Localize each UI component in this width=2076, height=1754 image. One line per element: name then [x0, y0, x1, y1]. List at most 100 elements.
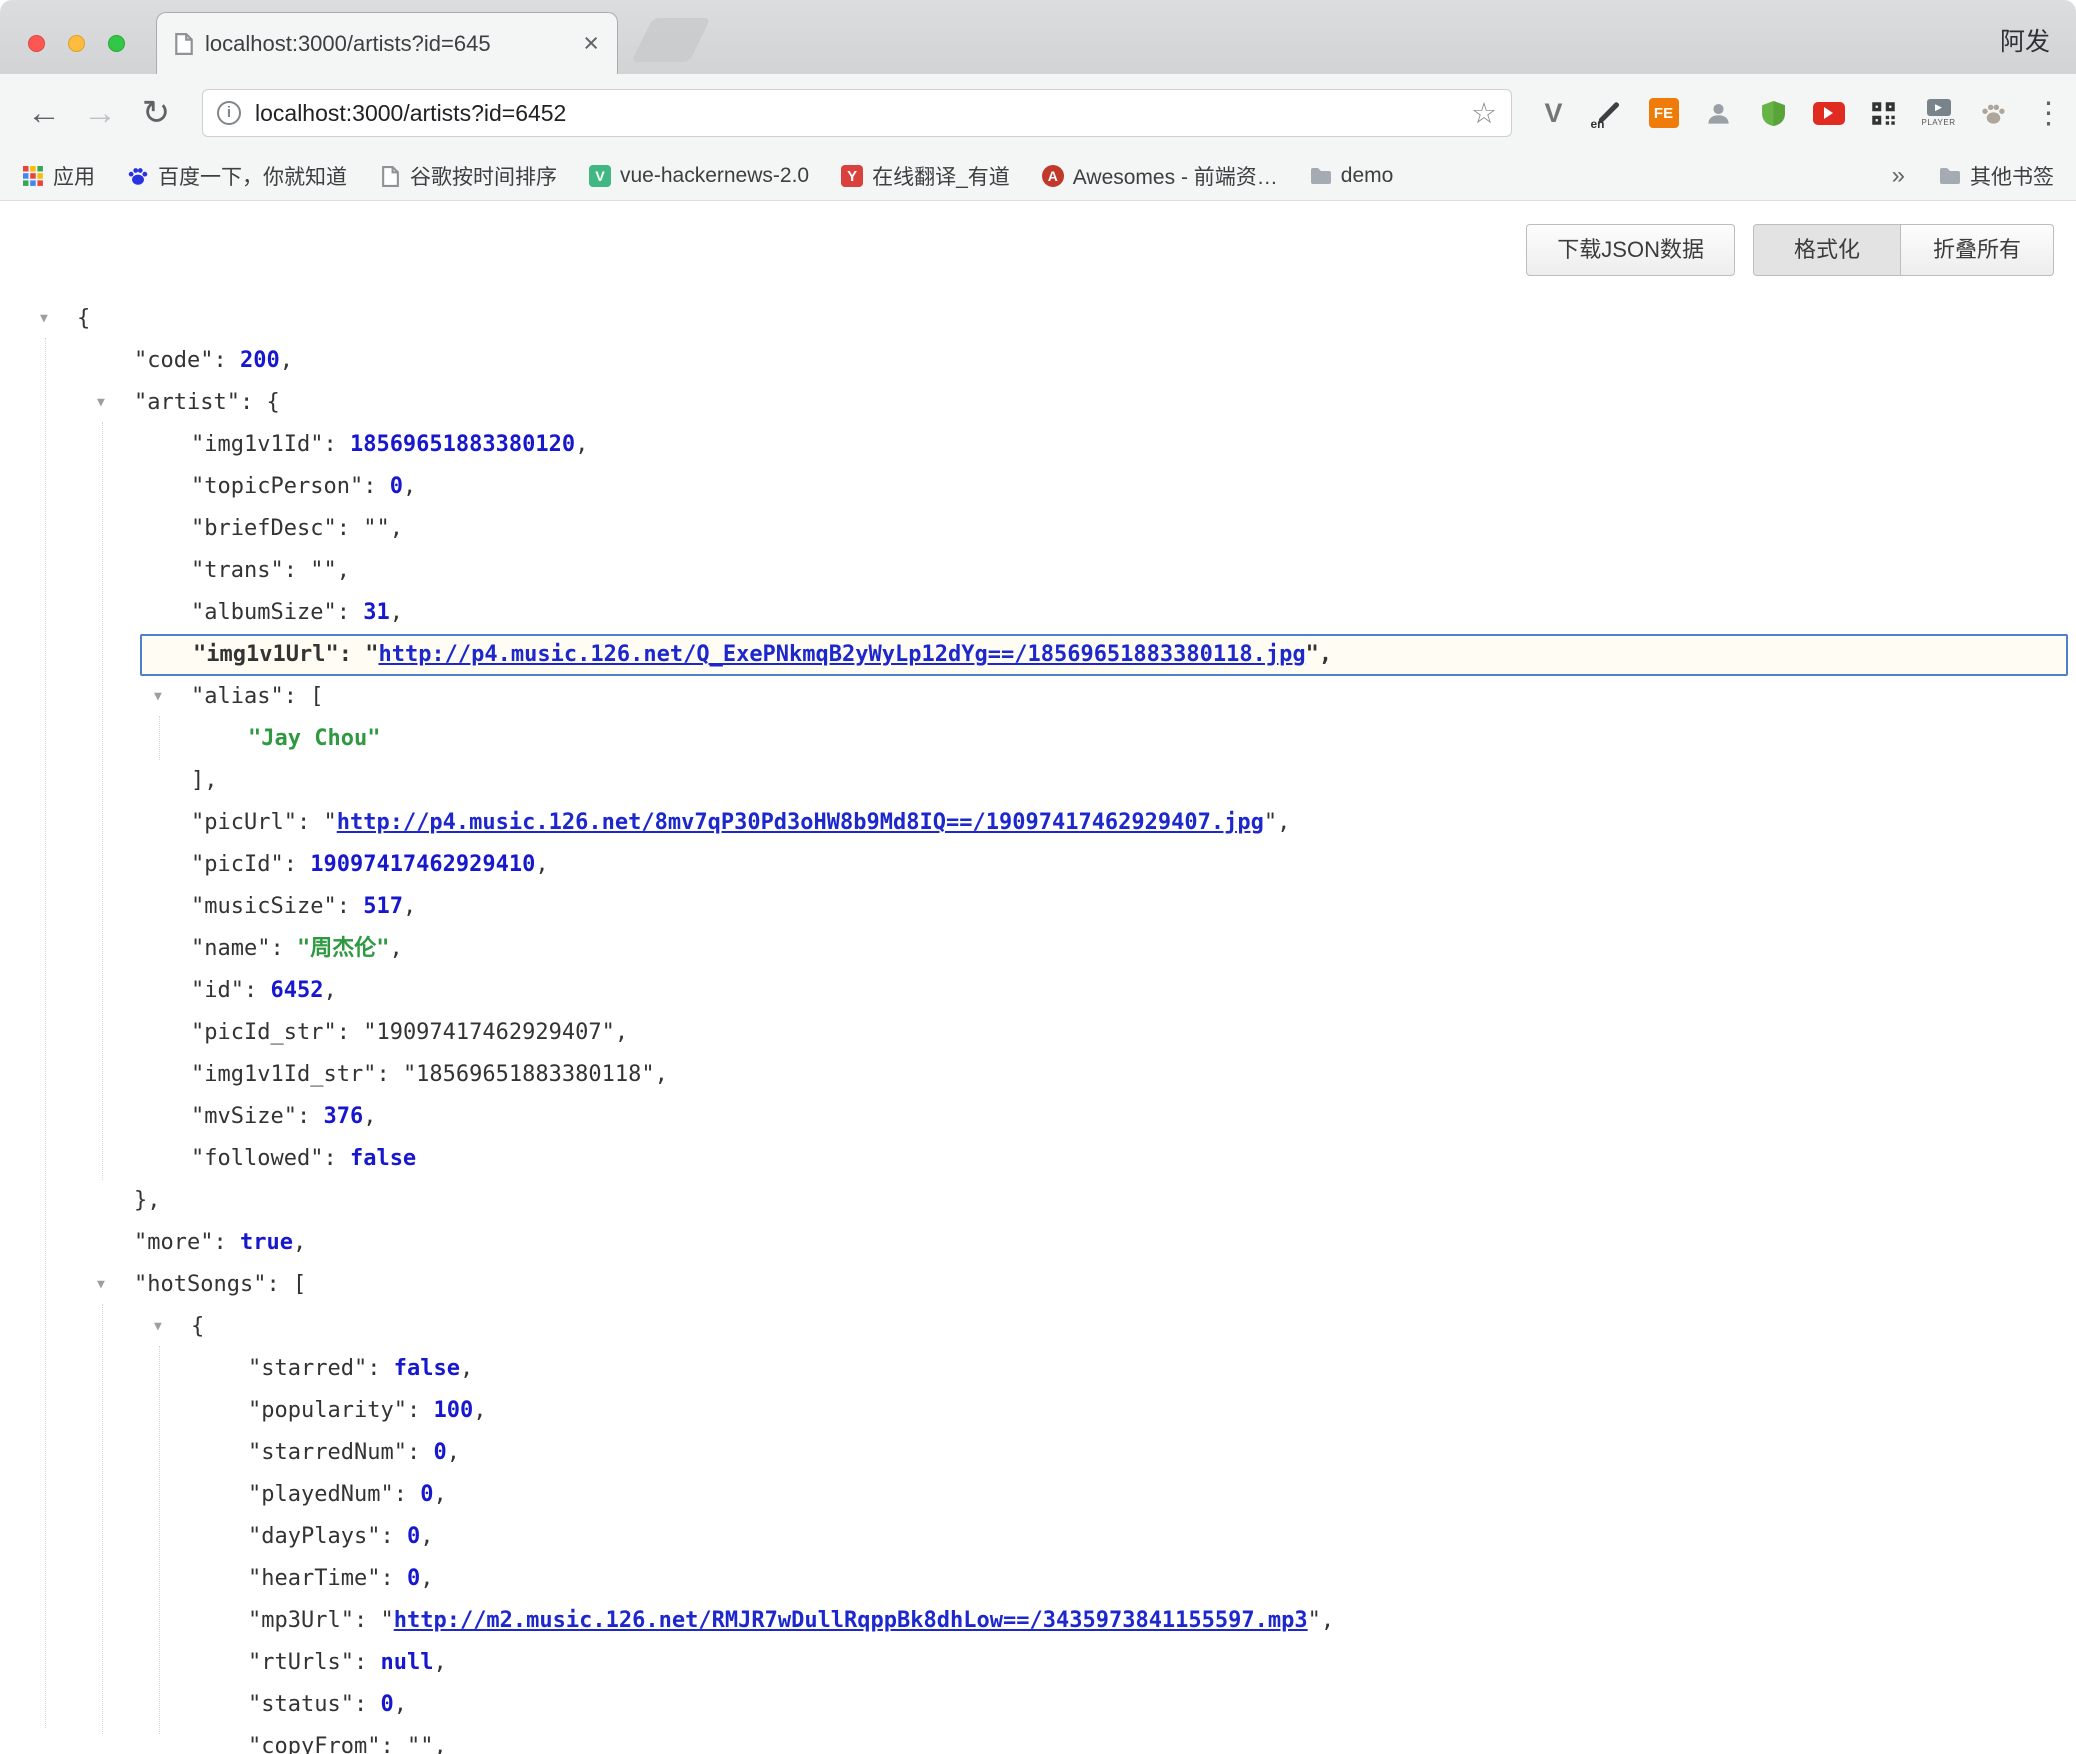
- json-token: 0: [390, 474, 403, 499]
- collapse-arrow-icon[interactable]: ▼: [40, 298, 48, 340]
- json-token: "popularity": [248, 1398, 407, 1423]
- json-token: "img1v1Id": [191, 432, 323, 457]
- json-line: "mvSize": 376,: [0, 1096, 2076, 1138]
- vimium-extension-icon[interactable]: V: [1526, 83, 1581, 143]
- youdao-icon: Y: [841, 165, 863, 187]
- zoom-window-button[interactable]: [108, 35, 125, 52]
- paw-extension-icon[interactable]: [1966, 83, 2021, 143]
- json-line: "hearTime": 0,: [0, 1558, 2076, 1600]
- json-token: :: [363, 474, 390, 499]
- json-token: ,: [460, 1356, 473, 1381]
- format-button[interactable]: 格式化: [1753, 224, 1901, 276]
- page-favicon-icon: [175, 33, 193, 55]
- collapse-arrow-icon[interactable]: ▼: [97, 382, 105, 424]
- bookmark-vue-hackernews[interactable]: V vue-hackernews-2.0: [589, 164, 809, 188]
- bookmark-google-sort[interactable]: 谷歌按时间排序: [379, 161, 557, 191]
- collapse-arrow-icon[interactable]: ▼: [154, 1306, 162, 1348]
- json-token: "playedNum": [248, 1482, 394, 1507]
- address-bar[interactable]: i localhost:3000/artists?id=6452 ☆: [202, 89, 1512, 137]
- profile-person-extension-icon[interactable]: [1691, 83, 1746, 143]
- json-token: false: [350, 1146, 416, 1171]
- json-token: "img1v1Id_str": [191, 1062, 376, 1087]
- youtube-extension-icon[interactable]: [1801, 83, 1856, 143]
- json-token: ,: [433, 1650, 446, 1675]
- json-url-link[interactable]: http://m2.music.126.net/RMJR7wDullRqppBk…: [394, 1608, 1308, 1633]
- json-token: "trans": [191, 558, 284, 583]
- json-token: :: [337, 516, 364, 541]
- other-bookmarks-folder[interactable]: 其他书签: [1939, 161, 2054, 191]
- new-tab-button[interactable]: [631, 18, 710, 62]
- collapse-arrow-icon[interactable]: ▼: [154, 676, 162, 718]
- bookmark-demo-folder[interactable]: demo: [1310, 164, 1394, 188]
- json-token: ,: [363, 1104, 376, 1129]
- json-token: ,: [403, 474, 416, 499]
- json-token: :: [213, 348, 240, 373]
- qr-code-extension-icon[interactable]: [1856, 83, 1911, 143]
- json-line: "code": 200,: [0, 340, 2076, 382]
- json-url-link[interactable]: http://p4.music.126.net/Q_ExePNkmqB2yWyL…: [378, 642, 1305, 667]
- json-line: "starred": false,: [0, 1348, 2076, 1390]
- reload-button[interactable]: ↻: [132, 93, 180, 133]
- back-button[interactable]: ←: [20, 94, 68, 133]
- browser-tab[interactable]: localhost:3000/artists?id=645 ×: [156, 12, 618, 74]
- minimize-window-button[interactable]: [68, 35, 85, 52]
- json-token: :: [266, 1272, 293, 1297]
- json-line: "starredNum": 0,: [0, 1432, 2076, 1474]
- collapse-arrow-icon[interactable]: ▼: [97, 1264, 105, 1306]
- json-line: "picId": 19097417462929410,: [0, 844, 2076, 886]
- json-token: true: [240, 1230, 293, 1255]
- json-line: "mp3Url": "http://m2.music.126.net/RMJR7…: [0, 1600, 2076, 1642]
- shield-extension-icon[interactable]: [1746, 83, 1801, 143]
- json-token: 0: [407, 1566, 420, 1591]
- bookmark-awesomes[interactable]: A Awesomes - 前端资…: [1042, 161, 1278, 191]
- bookmark-baidu[interactable]: 百度一下，你就知道: [127, 161, 347, 191]
- json-viewer-actions: 下载JSON数据 格式化 折叠所有: [1526, 224, 2054, 276]
- json-token: ,: [420, 1524, 433, 1549]
- bookmark-apps[interactable]: 应用: [22, 161, 95, 191]
- player-extension-icon[interactable]: ▶ PLAYER: [1911, 83, 1966, 143]
- person-icon: [1705, 100, 1732, 127]
- json-token: ,: [1319, 642, 1332, 667]
- json-line: ▼{: [0, 298, 2076, 340]
- bookmarks-overflow-button[interactable]: »: [1892, 162, 1905, 190]
- collapse-all-button[interactable]: 折叠所有: [1901, 224, 2054, 276]
- json-token: 19097417462929410: [310, 852, 535, 877]
- json-url-link[interactable]: http://p4.music.126.net/8mv7qP30Pd3oHW8b…: [337, 810, 1264, 835]
- json-line: "img1v1Id_str": "18569651883380118",: [0, 1054, 2076, 1096]
- vue-icon: V: [589, 165, 611, 187]
- json-token: :: [284, 852, 311, 877]
- json-line: "picId_str": "19097417462929407",: [0, 1012, 2076, 1054]
- json-token: 517: [363, 894, 403, 919]
- bookmark-youdao-translate[interactable]: Y 在线翻译_有道: [841, 161, 1010, 191]
- extensions-row: V en FE: [1526, 83, 2076, 143]
- json-line: "Jay Chou": [0, 718, 2076, 760]
- baidu-paw-icon: [127, 165, 149, 187]
- bookmark-star-icon[interactable]: ☆: [1471, 96, 1497, 131]
- page-icon: [379, 165, 401, 187]
- fe-extension-icon[interactable]: FE: [1636, 83, 1691, 143]
- json-line: "popularity": 100,: [0, 1390, 2076, 1432]
- json-token: ,: [433, 1482, 446, 1507]
- json-token: :: [367, 1356, 394, 1381]
- site-info-icon[interactable]: i: [217, 101, 241, 125]
- download-json-button[interactable]: 下载JSON数据: [1526, 224, 1735, 276]
- json-token: :: [297, 810, 324, 835]
- json-token: ,: [447, 1440, 460, 1465]
- json-line: "albumSize": 31,: [0, 592, 2076, 634]
- json-token: "musicSize": [191, 894, 337, 919]
- browser-menu-button[interactable]: ⋮: [2021, 83, 2076, 143]
- json-token: 0: [407, 1524, 420, 1549]
- json-token: ,: [655, 1062, 668, 1087]
- json-token: "": [310, 558, 337, 583]
- json-token: :: [244, 978, 271, 1003]
- forward-button[interactable]: →: [76, 94, 124, 133]
- json-token: ,: [575, 432, 588, 457]
- bookmark-label: demo: [1341, 164, 1394, 188]
- close-window-button[interactable]: [28, 35, 45, 52]
- bookmark-label: 百度一下，你就知道: [158, 161, 347, 191]
- json-line: ],: [0, 760, 2076, 802]
- json-line: ▼{: [0, 1306, 2076, 1348]
- tab-close-icon[interactable]: ×: [583, 30, 599, 57]
- json-line-highlighted: "img1v1Url": "http://p4.music.126.net/Q_…: [140, 634, 2068, 676]
- youdao-pen-extension-icon[interactable]: en: [1581, 83, 1636, 143]
